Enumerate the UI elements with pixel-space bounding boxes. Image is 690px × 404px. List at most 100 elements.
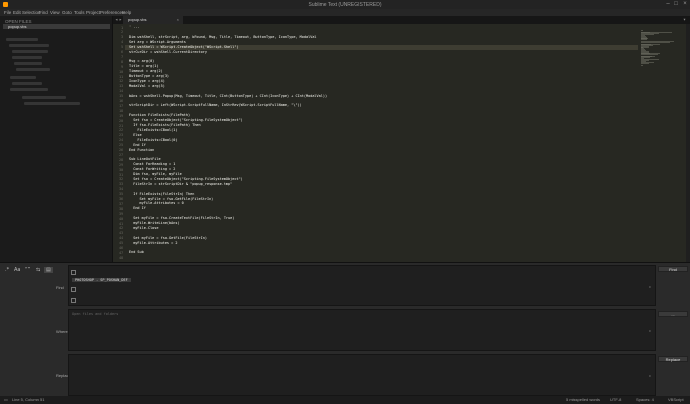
line-number: 28 xyxy=(119,157,123,162)
where-input[interactable]: Open files and folders ▸ xyxy=(68,309,656,351)
minimize-icon[interactable]: – xyxy=(664,1,672,8)
menu-edit[interactable]: Edit xyxy=(13,10,21,15)
line-number: 35 xyxy=(119,192,123,197)
wrap-toggle-icon[interactable]: ⇆ xyxy=(36,267,40,273)
line-number: 15 xyxy=(119,94,123,99)
context-toggle-icon[interactable]: ▤ xyxy=(44,267,53,273)
line-number: 25 xyxy=(119,143,123,148)
find-label: Find xyxy=(56,285,64,290)
blurred-folder xyxy=(12,56,42,59)
line-number: 43 xyxy=(119,231,123,236)
menu-file[interactable]: File xyxy=(4,10,11,15)
line-number: 45 xyxy=(119,241,123,246)
blurred-folder xyxy=(12,50,48,53)
code-editor[interactable]: 1 ' ... 2 3 Dim wshShell, strScript, arg, b… xyxy=(113,24,638,262)
menu-preferences[interactable]: Preferences xyxy=(100,10,124,15)
tab-bar: ◂ ▸ popup.vbs × ▾ xyxy=(113,16,690,24)
code-line: bAns = wshShell.Popup(Msg, Timeout, Titl… xyxy=(129,93,328,98)
close-icon[interactable]: × xyxy=(681,1,689,8)
menu-find[interactable]: Find xyxy=(39,10,48,15)
line-number: 26 xyxy=(119,148,123,152)
line-number: 30 xyxy=(119,167,123,172)
line-number: 8 xyxy=(121,59,123,64)
line-number: 47 xyxy=(119,250,123,255)
menu-tools[interactable]: Tools xyxy=(74,10,85,15)
sidebar: OPEN FILES popup.vbs xyxy=(0,16,113,262)
code-line: FileStrIn = strScriptDir & "popup_respon… xyxy=(129,181,233,186)
line-number: 41 xyxy=(119,221,123,226)
tab-right-icon[interactable]: ▸ xyxy=(119,16,122,24)
where-label: Where xyxy=(56,329,68,334)
status-position: Line 5, Column 51 xyxy=(12,397,45,402)
line-number: 22 xyxy=(119,128,123,133)
menu-selection[interactable]: Selection xyxy=(22,10,41,15)
line-number: 48 xyxy=(119,255,123,260)
find-checkbox[interactable] xyxy=(71,287,76,292)
replace-input[interactable]: ▸ xyxy=(68,354,656,396)
line-number: 27 xyxy=(119,152,123,157)
line-number: 4 xyxy=(121,40,123,45)
minimap[interactable] xyxy=(638,24,686,262)
where-placeholder: Open files and folders xyxy=(72,312,119,316)
line-number: 36 xyxy=(119,197,123,201)
menu-bar: File Edit Selection Find View Goto Tools… xyxy=(0,9,690,16)
blurred-folder xyxy=(9,44,49,47)
tab-popup-vbs[interactable]: popup.vbs × xyxy=(123,16,183,24)
find-checkbox[interactable] xyxy=(71,298,76,303)
line-number: 9 xyxy=(121,64,123,69)
maximize-icon[interactable]: □ xyxy=(672,1,680,8)
minimap-line xyxy=(641,64,644,66)
menu-help[interactable]: Help xyxy=(122,10,131,15)
blurred-folder xyxy=(10,76,36,79)
where-scroll-icon[interactable]: ▸ xyxy=(649,328,651,333)
code-line: End Sub xyxy=(129,250,144,255)
title-bar: Sublime Text (UNREGISTERED) – □ × xyxy=(0,0,690,9)
line-number: 21 xyxy=(119,123,123,128)
code-line: myFile.Attributes = 2 xyxy=(129,240,178,245)
regex-toggle-icon[interactable]: .* xyxy=(5,267,9,273)
find-scroll-icon[interactable]: ▸ xyxy=(649,284,651,289)
line-number: 38 xyxy=(119,206,123,211)
tab-dropdown-icon[interactable]: ▾ xyxy=(683,16,686,24)
tab-label: popup.vbs xyxy=(128,17,147,22)
line-number: 7 xyxy=(121,54,123,59)
line-number: 6 xyxy=(121,50,123,54)
line-number: 33 xyxy=(119,182,123,187)
line-number: 42 xyxy=(119,226,123,231)
tab-close-icon[interactable]: × xyxy=(177,16,179,24)
blurred-folder xyxy=(16,68,50,71)
status-syntax[interactable]: VBScript xyxy=(668,396,684,404)
blurred-folder xyxy=(10,88,48,91)
line-number: 16 xyxy=(119,99,123,103)
find-button[interactable]: Find xyxy=(658,266,688,272)
line-number: 46 xyxy=(119,246,123,250)
line-number: 20 xyxy=(119,118,123,123)
window-title: Sublime Text (UNREGISTERED) xyxy=(308,2,382,8)
line-number: 24 xyxy=(119,138,123,143)
menu-goto[interactable]: Goto xyxy=(62,10,72,15)
status-indentation[interactable]: Spaces: 4 xyxy=(636,396,654,404)
menu-view[interactable]: View xyxy=(50,10,60,15)
sidebar-open-file[interactable]: popup.vbs xyxy=(3,24,110,29)
blurred-folder xyxy=(22,96,66,99)
tab-left-icon[interactable]: ◂ xyxy=(115,16,118,24)
find-checkbox[interactable] xyxy=(71,270,76,275)
line-number: 10 xyxy=(119,69,123,74)
blurred-folder xyxy=(24,102,80,105)
where-button[interactable]: ... xyxy=(658,311,688,317)
status-encoding[interactable]: UTF-8 xyxy=(610,396,621,404)
editor-scrollbar[interactable] xyxy=(686,24,690,262)
line-number: 44 xyxy=(119,236,123,241)
panel-toggle-icon[interactable]: ▭ xyxy=(4,396,8,404)
code-line: ' ... xyxy=(129,25,142,29)
word-toggle-icon[interactable]: “” xyxy=(25,267,30,273)
case-toggle-icon[interactable]: Aa xyxy=(14,267,20,273)
line-number: 37 xyxy=(119,201,123,206)
line-number: 34 xyxy=(119,187,123,192)
replace-button[interactable]: Replace xyxy=(658,356,688,362)
replace-scroll-icon[interactable]: ▸ xyxy=(649,373,651,378)
find-input[interactable]: PHOTOSHOP - SP_POSHAN_DEF ▸ xyxy=(68,265,656,306)
find-value: PHOTOSHOP - SP_POSHAN_DEF xyxy=(72,278,131,282)
status-spelling: 5 misspelled words xyxy=(566,397,601,402)
menu-project[interactable]: Project xyxy=(86,10,100,15)
